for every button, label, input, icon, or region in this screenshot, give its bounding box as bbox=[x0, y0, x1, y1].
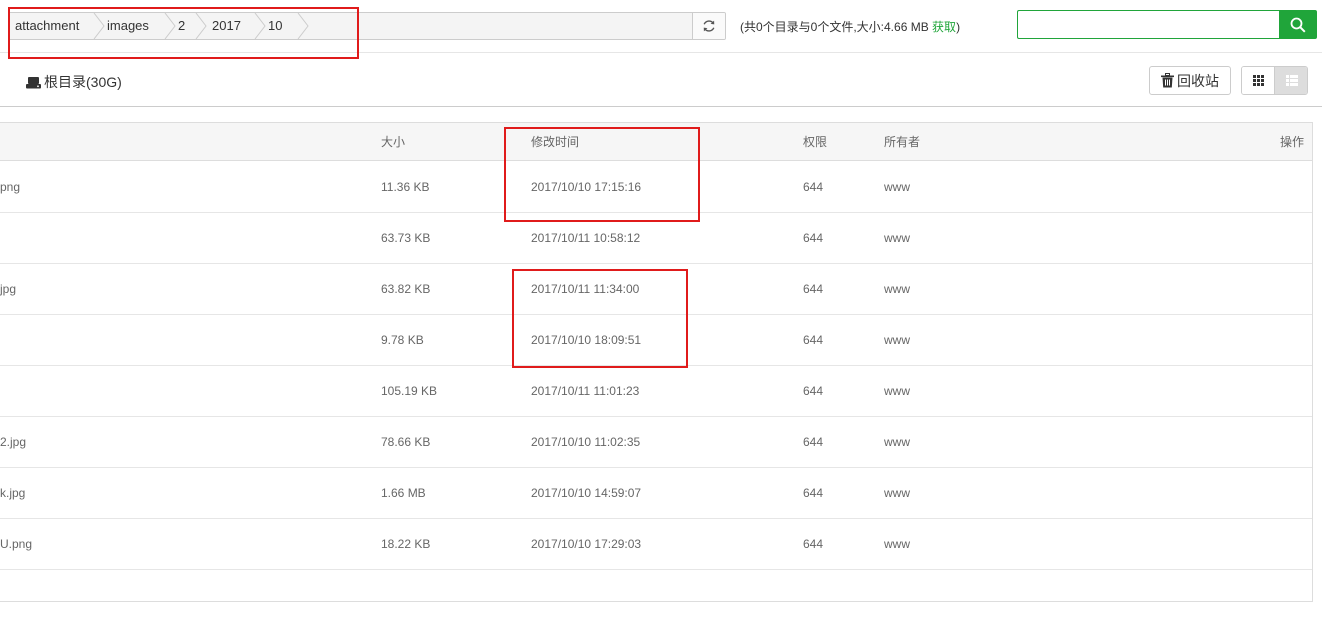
file-permission[interactable]: 644 bbox=[803, 264, 823, 314]
table-row[interactable]: U.png 18.22 KB 2017/10/10 17:29:03 644 w… bbox=[0, 519, 1312, 570]
refresh-button[interactable] bbox=[692, 13, 725, 39]
trash-icon bbox=[1161, 73, 1174, 88]
table-row[interactable]: k.jpg 1.66 MB 2017/10/10 14:59:07 644 ww… bbox=[0, 468, 1312, 519]
annotation-box bbox=[512, 269, 688, 368]
file-mtime: 2017/10/10 14:59:07 bbox=[531, 486, 642, 500]
file-permission[interactable]: 644 bbox=[803, 417, 823, 467]
table-row[interactable]: 2.jpg 78.66 KB 2017/10/10 11:02:35 644 w… bbox=[0, 417, 1312, 468]
file-size: 78.66 KB bbox=[381, 435, 431, 449]
recycle-bin-label: 回收站 bbox=[1177, 72, 1219, 89]
search-icon bbox=[1290, 17, 1306, 33]
table-row[interactable]: 105.19 KB 2017/10/11 11:01:23 644 www bbox=[0, 366, 1312, 417]
file-permission[interactable]: 644 bbox=[803, 213, 823, 263]
refresh-icon bbox=[703, 20, 715, 32]
file-owner[interactable]: www bbox=[884, 468, 910, 518]
list-view-icon bbox=[1285, 75, 1298, 86]
fetch-size-link[interactable]: 获取 bbox=[932, 20, 956, 34]
column-header-operations: 操作 bbox=[1279, 135, 1304, 149]
column-header-permission[interactable]: 权限 bbox=[803, 123, 827, 161]
file-permission[interactable]: 644 bbox=[803, 519, 823, 569]
file-mtime: 2017/10/10 11:02:35 bbox=[531, 435, 641, 449]
search-button[interactable] bbox=[1279, 10, 1317, 39]
directory-info-suffix: ) bbox=[956, 20, 961, 34]
file-size: 9.78 KB bbox=[381, 333, 424, 347]
file-permission[interactable]: 644 bbox=[803, 468, 823, 518]
file-mtime: 2017/10/11 11:01:23 bbox=[531, 384, 640, 398]
file-size: 1.66 MB bbox=[381, 486, 426, 500]
grid-view-button[interactable] bbox=[1242, 67, 1275, 94]
directory-info: (共0个目录与0个文件,大小:4.66 MB 获取) bbox=[740, 18, 960, 35]
column-header-owner[interactable]: 所有者 bbox=[884, 123, 920, 161]
file-permission[interactable]: 644 bbox=[803, 315, 823, 365]
view-toggle bbox=[1241, 66, 1308, 95]
file-name[interactable]: jpg bbox=[0, 264, 16, 314]
column-header-size[interactable]: 大小 bbox=[381, 123, 405, 161]
disk-icon bbox=[26, 76, 41, 88]
file-owner[interactable]: www bbox=[884, 417, 910, 467]
file-name[interactable]: U.png bbox=[0, 519, 32, 569]
file-size: 11.36 KB bbox=[381, 180, 430, 194]
divider bbox=[0, 106, 1322, 107]
file-name[interactable]: png bbox=[0, 162, 20, 212]
file-owner[interactable]: www bbox=[884, 213, 910, 263]
file-name[interactable]: k.jpg bbox=[0, 468, 25, 518]
file-size: 105.19 KB bbox=[381, 384, 438, 398]
file-owner[interactable]: www bbox=[884, 264, 910, 314]
file-owner[interactable]: www bbox=[884, 162, 910, 212]
file-owner[interactable]: www bbox=[884, 366, 910, 416]
file-owner[interactable]: www bbox=[884, 519, 910, 569]
grid-view-icon bbox=[1252, 75, 1264, 86]
root-directory-label: 根目录(30G) bbox=[44, 74, 122, 90]
file-name[interactable]: 2.jpg bbox=[0, 417, 26, 467]
root-directory-link[interactable]: 根目录(30G) bbox=[26, 72, 122, 92]
file-owner[interactable]: www bbox=[884, 315, 910, 365]
annotation-box bbox=[8, 7, 359, 59]
file-permission[interactable]: 644 bbox=[803, 162, 823, 212]
file-size: 63.82 KB bbox=[381, 282, 431, 296]
file-permission[interactable]: 644 bbox=[803, 366, 823, 416]
search-input[interactable] bbox=[1017, 10, 1279, 39]
table-row[interactable] bbox=[0, 570, 1312, 621]
directory-info-text: (共0个目录与0个文件,大小:4.66 MB bbox=[740, 20, 933, 34]
annotation-box bbox=[504, 127, 700, 222]
file-mtime: 2017/10/10 17:29:03 bbox=[531, 537, 642, 551]
list-view-button[interactable] bbox=[1275, 67, 1307, 94]
file-size: 63.73 KB bbox=[381, 231, 431, 245]
file-size: 18.22 KB bbox=[381, 537, 431, 551]
recycle-bin-button[interactable]: 回收站 bbox=[1149, 66, 1231, 95]
